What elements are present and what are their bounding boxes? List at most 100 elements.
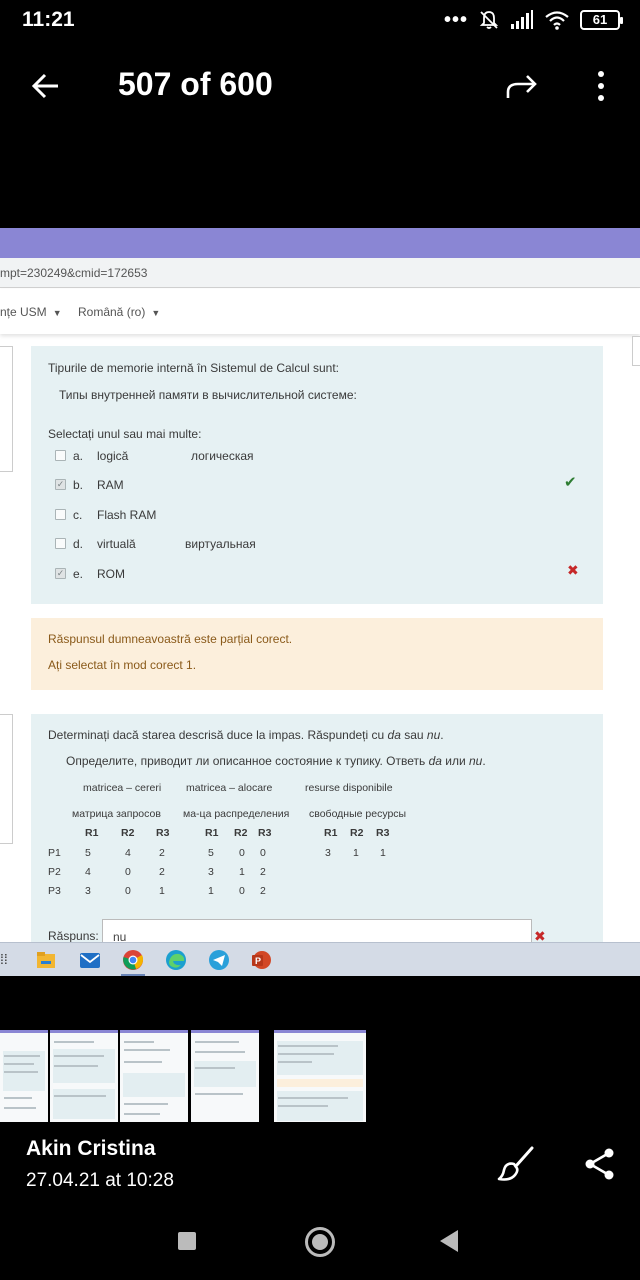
table-cell: 1 — [159, 885, 165, 897]
thumbnail[interactable] — [0, 1030, 48, 1122]
mail-icon[interactable] — [79, 949, 101, 971]
table-cell: 1 — [239, 866, 245, 878]
table-cell: 0 — [239, 847, 245, 859]
question-info-stub — [0, 714, 13, 844]
column-header: R2 — [350, 827, 364, 839]
overflow-dots: ••• — [443, 8, 468, 31]
back-arrow-icon[interactable] — [28, 68, 64, 104]
thumbnail-strip[interactable] — [0, 1030, 640, 1122]
thumbnail[interactable] — [120, 1030, 188, 1122]
option-checkbox-checked[interactable]: ✓ — [55, 479, 66, 490]
browser-header-strip — [0, 228, 640, 258]
feedback-line: Ați selectat în mod corect 1. — [48, 658, 197, 672]
table-cell: 2 — [159, 847, 165, 859]
taskbar-grip: ⁞⁞ — [0, 951, 8, 967]
table-cell: 5 — [208, 847, 214, 859]
brush-edit-icon[interactable] — [496, 1144, 538, 1184]
table-cell: 3 — [325, 847, 331, 859]
answer-label: Răspuns: — [48, 929, 99, 943]
table-cell: 3 — [208, 866, 214, 878]
column-header: R1 — [324, 827, 338, 839]
photo-date: 27.04.21 at 10:28 — [26, 1170, 174, 1191]
table-cell: 0 — [125, 866, 131, 878]
status-time: 11:21 — [22, 8, 75, 31]
group-label: свободные ресурсы — [309, 808, 407, 820]
group-label: resurse disponibile — [305, 782, 393, 794]
telegram-icon[interactable] — [208, 949, 230, 971]
question-1: Tipurile de memorie internă în Sistemul … — [31, 346, 603, 604]
table-cell: 1 — [208, 885, 214, 897]
question-2: Determinați dacă starea descrisă duce la… — [31, 714, 603, 954]
correct-check-icon: ✔ — [564, 474, 577, 491]
powerpoint-icon[interactable]: P — [250, 949, 272, 971]
column-header: R3 — [258, 827, 272, 839]
side-panel-stub — [632, 336, 640, 366]
group-label: ма-ца распределения — [183, 808, 290, 820]
photo-viewport[interactable]: mpt=230249&cmid=172653 nțe USM ▼ Română (… — [0, 228, 640, 976]
nav-menu-usm: nțe USM ▼ — [0, 305, 62, 319]
home-button[interactable] — [305, 1227, 335, 1257]
table-cell: 3 — [85, 885, 91, 897]
share-icon[interactable] — [582, 1146, 618, 1182]
thumbnail[interactable] — [50, 1030, 118, 1122]
feedback-box: Răspunsul dumneavoastră este parțial cor… — [31, 618, 603, 690]
question-info-stub — [0, 346, 13, 472]
more-vert-icon[interactable] — [588, 66, 614, 106]
row-label: P2 — [48, 866, 61, 878]
nav-language: Română (ro) ▼ — [78, 305, 161, 319]
column-header: R1 — [205, 827, 219, 839]
windows-taskbar: ⁞⁞ P — [0, 942, 640, 976]
url-text: mpt=230249&cmid=172653 — [0, 266, 148, 280]
photo-author: Akin Cristina — [26, 1137, 156, 1160]
svg-text:P: P — [255, 956, 261, 966]
table-cell: 4 — [85, 866, 91, 878]
option-checkbox[interactable] — [55, 538, 66, 549]
table-cell: 2 — [260, 885, 266, 897]
forward-share-icon[interactable] — [502, 68, 542, 104]
system-nav-bar — [0, 1210, 640, 1280]
page-counter: 507 of 600 — [118, 66, 273, 102]
chrome-icon[interactable] — [122, 949, 144, 971]
option-checkbox[interactable] — [55, 450, 66, 461]
table-cell: 2 — [159, 866, 165, 878]
column-header: R2 — [234, 827, 248, 839]
feedback-line: Răspunsul dumneavoastră este parțial cor… — [48, 632, 293, 646]
incorrect-x-icon: ✖ — [567, 562, 579, 578]
group-label: матрица запросов — [72, 808, 161, 820]
option-checkbox-checked[interactable]: ✓ — [55, 568, 66, 579]
status-bar: 11:21 ••• 61 — [0, 0, 640, 40]
question-text-ru: Определите, приводит ли описанное состоя… — [66, 754, 486, 768]
wifi-icon — [545, 11, 569, 30]
table-cell: 5 — [85, 847, 91, 859]
mute-bell-icon — [479, 11, 499, 29]
option-checkbox[interactable] — [55, 509, 66, 520]
url-bar: mpt=230249&cmid=172653 — [0, 258, 640, 288]
table-cell: 1 — [353, 847, 359, 859]
battery-icon: 61 — [580, 10, 623, 30]
thumbnail[interactable] — [191, 1030, 259, 1122]
table-cell: 4 — [125, 847, 131, 859]
column-header: R1 — [85, 827, 99, 839]
row-label: P1 — [48, 847, 61, 859]
group-label: matricea – alocare — [186, 782, 273, 794]
row-label: P3 — [48, 885, 61, 897]
group-label: matricea – cereri — [83, 782, 162, 794]
table-cell: 1 — [380, 847, 386, 859]
back-button[interactable] — [440, 1230, 458, 1252]
table-cell: 0 — [239, 885, 245, 897]
viewer-top-bar: 507 of 600 — [0, 56, 640, 116]
signal-icon — [511, 10, 533, 29]
edge-icon[interactable] — [165, 949, 187, 971]
table-cell: 0 — [125, 885, 131, 897]
file-explorer-icon[interactable] — [35, 949, 57, 971]
table-cell: 2 — [260, 866, 266, 878]
column-header: R2 — [121, 827, 135, 839]
question-text-ro: Tipurile de memorie internă în Sistemul … — [48, 361, 340, 375]
column-header: R3 — [376, 827, 390, 839]
question-text-ru: Типы внутренней памяти в вычислительной … — [59, 388, 357, 402]
status-icons: ••• 61 — [443, 8, 623, 32]
active-app-indicator — [121, 974, 145, 976]
table-cell: 0 — [260, 847, 266, 859]
thumbnail-selected[interactable] — [274, 1030, 366, 1122]
recent-apps-button[interactable] — [178, 1232, 196, 1250]
